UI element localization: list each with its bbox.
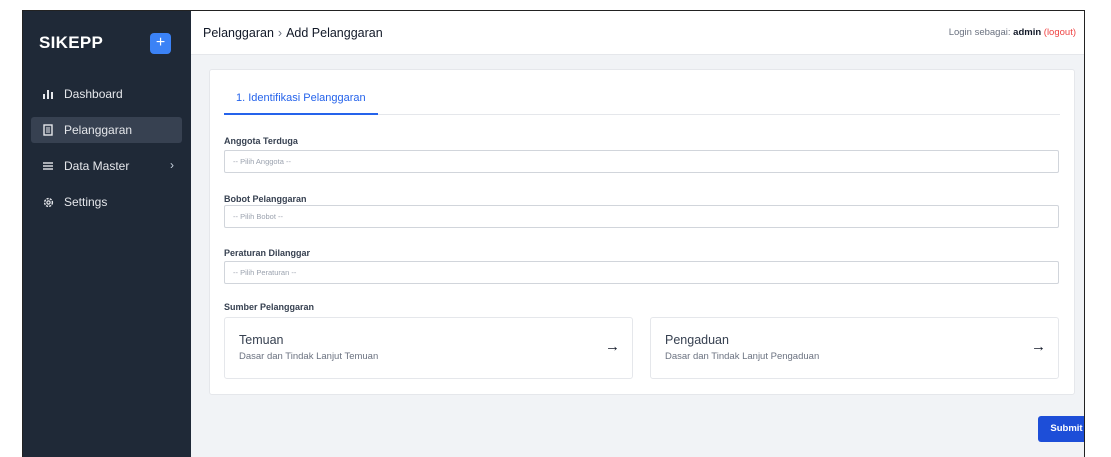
add-button[interactable]: + bbox=[150, 33, 171, 54]
chevron-right-icon: › bbox=[170, 158, 174, 172]
peraturan-select[interactable]: -- Pilih Peraturan -- bbox=[224, 261, 1059, 284]
breadcrumb: Pelanggaran › Add Pelanggaran bbox=[203, 26, 383, 40]
menu-icon bbox=[41, 159, 55, 173]
app-window: SIKEPP + Dashboard Pelanggaran Data Mast… bbox=[22, 10, 1085, 457]
login-user: admin bbox=[1013, 27, 1042, 38]
breadcrumb-current: Add Pelanggaran bbox=[286, 26, 383, 40]
form-card: 1. Identifikasi Pelanggaran Anggota Terd… bbox=[209, 69, 1075, 395]
field-label-bobot: Bobot Pelanggaran bbox=[224, 194, 307, 204]
plus-icon: + bbox=[155, 34, 166, 51]
sidebar-item-dashboard[interactable]: Dashboard bbox=[31, 81, 182, 107]
field-label-peraturan: Peraturan Dilanggar bbox=[224, 248, 311, 258]
gear-icon bbox=[41, 195, 55, 209]
brand-logo: SIKEPP bbox=[39, 33, 104, 52]
arrow-right-icon: → bbox=[605, 338, 620, 355]
sidebar-item-label: Data Master bbox=[64, 159, 130, 173]
sidebar-item-label: Pelanggaran bbox=[64, 123, 133, 137]
sidebar-item-data-master[interactable]: Data Master › bbox=[31, 153, 182, 179]
breadcrumb-parent[interactable]: Pelanggaran bbox=[203, 26, 274, 40]
sidebar-nav: Dashboard Pelanggaran Data Master › Sett… bbox=[31, 81, 182, 225]
sidebar-item-label: Dashboard bbox=[64, 87, 123, 101]
tab-bar: 1. Identifikasi Pelanggaran bbox=[224, 88, 1060, 115]
sidebar: SIKEPP + Dashboard Pelanggaran Data Mast… bbox=[23, 11, 191, 457]
source-card-pengaduan[interactable]: Pengaduan Dasar dan Tindak Lanjut Pengad… bbox=[650, 317, 1059, 379]
submit-button[interactable]: Submit bbox=[1038, 416, 1084, 442]
sidebar-item-settings[interactable]: Settings bbox=[31, 189, 182, 215]
top-bar: Pelanggaran › Add Pelanggaran Login sebaga… bbox=[191, 11, 1084, 55]
login-prefix: Login sebagai: bbox=[948, 27, 1011, 38]
bobot-select[interactable]: -- Pilih Bobot -- bbox=[224, 205, 1059, 228]
breadcrumb-separator: › bbox=[277, 26, 283, 40]
tab-identifikasi[interactable]: 1. Identifikasi Pelanggaran bbox=[224, 88, 378, 115]
source-title: Pengaduan bbox=[665, 333, 729, 347]
field-label-anggota: Anggota Terduga bbox=[224, 136, 298, 146]
source-title: Temuan bbox=[239, 333, 284, 347]
sidebar-item-pelanggaran[interactable]: Pelanggaran bbox=[31, 117, 182, 143]
bar-chart-icon bbox=[41, 87, 55, 101]
source-description: Dasar dan Tindak Lanjut Temuan bbox=[239, 351, 379, 362]
arrow-right-icon: → bbox=[1031, 338, 1046, 355]
source-description: Dasar dan Tindak Lanjut Pengaduan bbox=[665, 351, 820, 362]
anggota-select[interactable]: -- Pilih Anggota -- bbox=[224, 150, 1059, 173]
field-label-sumber: Sumber Pelanggaran bbox=[224, 302, 315, 312]
document-icon bbox=[41, 123, 55, 137]
source-card-temuan[interactable]: Temuan Dasar dan Tindak Lanjut Temuan → bbox=[224, 317, 633, 379]
login-info: Login sebagai: admin (logout) bbox=[949, 27, 1076, 38]
logout-link[interactable]: (logout) bbox=[1044, 27, 1076, 38]
sidebar-item-label: Settings bbox=[64, 195, 108, 209]
